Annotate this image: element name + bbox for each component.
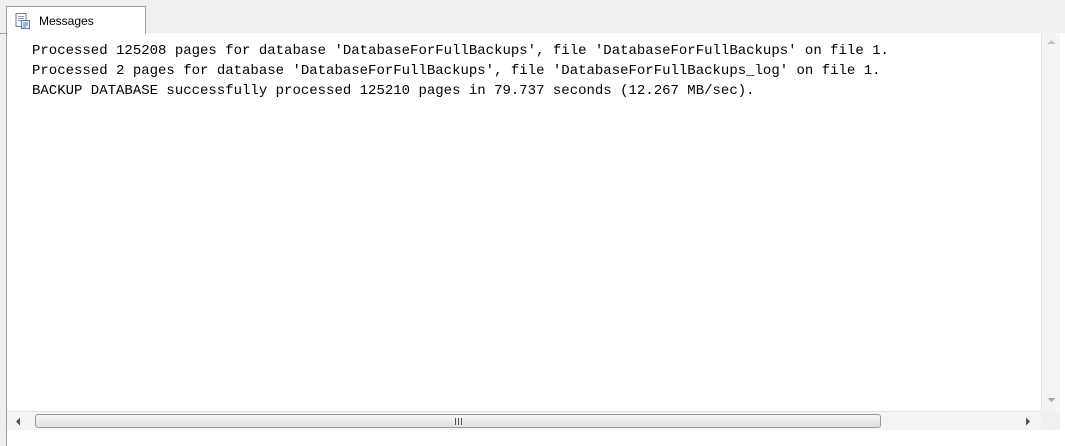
- messages-icon: [13, 12, 31, 30]
- message-line: Processed 125208 pages for database 'Dat…: [32, 43, 889, 59]
- message-line: BACKUP DATABASE successfully processed 1…: [32, 83, 755, 99]
- tab-strip: Messages: [0, 0, 1065, 34]
- message-line: Processed 2 pages for database 'Database…: [32, 63, 881, 79]
- bottom-margin: [7, 430, 1060, 446]
- horizontal-scroll-thumb[interactable]: [35, 414, 881, 428]
- messages-panel: Messages Processed 125208 pages for data…: [0, 0, 1065, 446]
- tab-messages-label: Messages: [39, 13, 94, 28]
- scroll-up-icon[interactable]: [1042, 33, 1060, 51]
- scroll-down-icon[interactable]: [1042, 391, 1060, 409]
- scroll-left-icon[interactable]: [9, 412, 27, 430]
- scrollbar-corner: [1041, 411, 1060, 430]
- vertical-scrollbar[interactable]: [1041, 33, 1060, 411]
- scroll-right-icon[interactable]: [1019, 412, 1037, 430]
- messages-text-area[interactable]: Processed 125208 pages for database 'Dat…: [7, 33, 1041, 411]
- grip-icon: [454, 417, 462, 425]
- messages-content: Processed 125208 pages for database 'Dat…: [6, 33, 1065, 446]
- horizontal-scrollbar[interactable]: [7, 411, 1041, 430]
- tab-messages[interactable]: Messages: [6, 6, 146, 34]
